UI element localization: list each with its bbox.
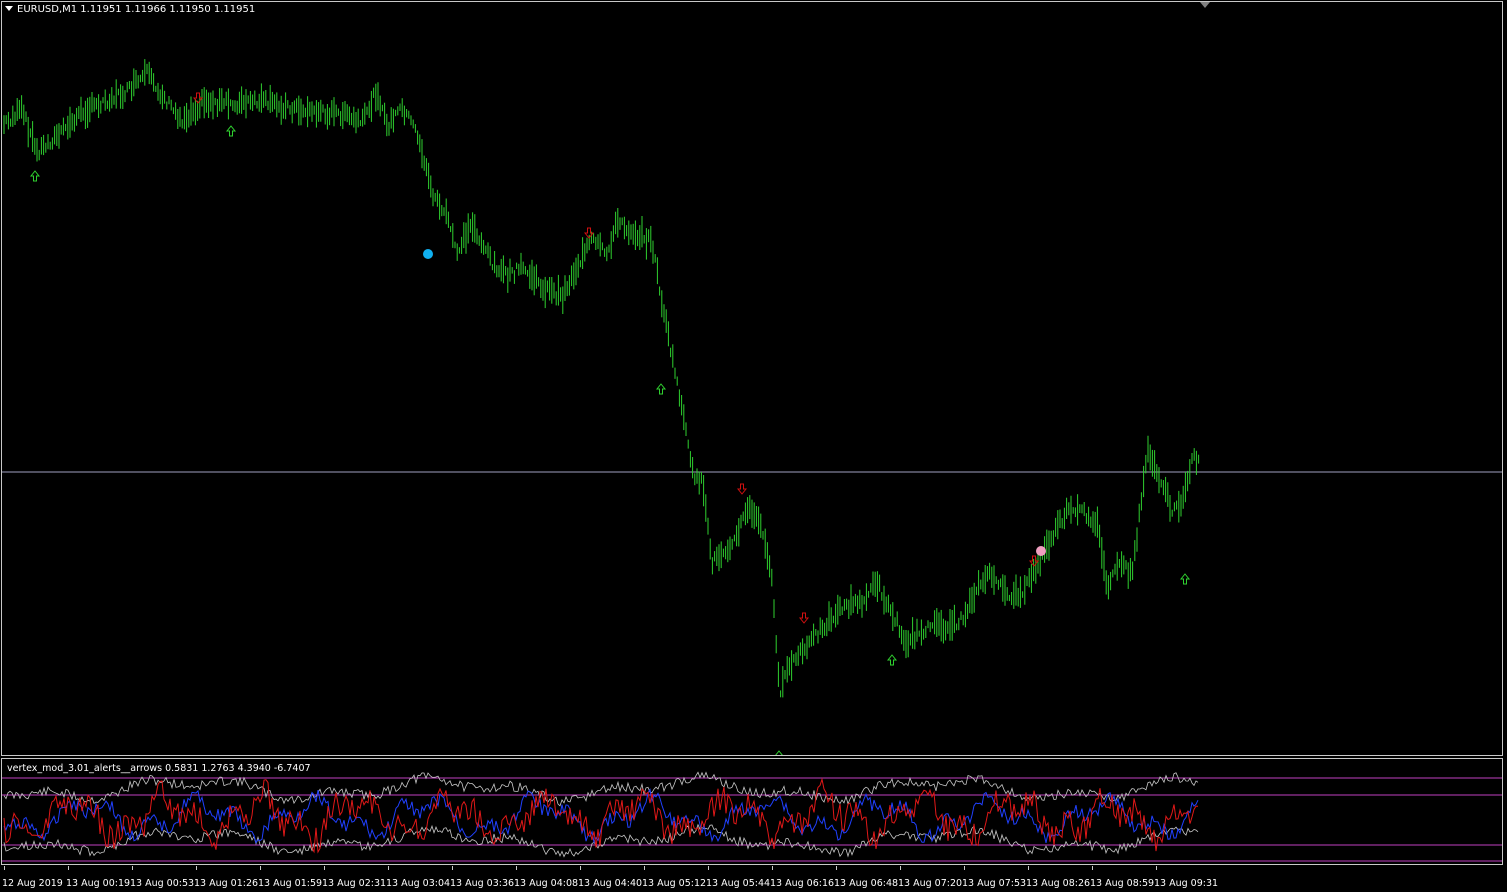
time-tick-mark [1092, 866, 1093, 870]
time-tick-label: 13 Aug 01:26 [194, 878, 259, 889]
time-tick-mark [708, 866, 709, 870]
time-tick-mark [580, 866, 581, 870]
time-tick-label: 13 Aug 01:59 [258, 878, 323, 889]
up-arrow-icon [775, 750, 783, 755]
time-tick-mark [452, 866, 453, 870]
time-tick-mark [196, 866, 197, 870]
time-tick-label: 13 Aug 04:08 [514, 878, 579, 889]
time-tick-mark [644, 866, 645, 870]
time-tick-label: 13 Aug 06:16 [770, 878, 835, 889]
time-axis: 12 Aug 2019 13 Aug 00:19 13 Aug 00:53 13 Au… [0, 866, 1507, 892]
time-tick-label: 13 Aug 08:59 [1090, 878, 1155, 889]
time-tick-label: 13 Aug 00:19 [66, 878, 131, 889]
time-tick-mark [132, 866, 133, 870]
up-arrow-icon [29, 170, 41, 182]
price-plot [2, 59, 1502, 755]
down-arrow-icon [798, 612, 810, 624]
time-tick-label: 13 Aug 07:20 [898, 878, 963, 889]
time-tick-label: 13 Aug 07:53 [962, 878, 1027, 889]
up-arrow-icon [1179, 573, 1191, 585]
price-chart-window[interactable]: EURUSD,M1 1.11951 1.11966 1.11950 1.1195… [1, 1, 1503, 756]
indicator-title: vertex_mod_3.01_alerts__arrows 0.5831 1.… [7, 763, 311, 774]
time-tick-label: 13 Aug 03:36 [450, 878, 515, 889]
up-arrow-icon [886, 654, 898, 666]
indicator-upper-band [3, 771, 1199, 807]
time-tick-label: 13 Aug 02:31 [322, 878, 387, 889]
time-tick-label: 13 Aug 05:44 [706, 878, 771, 889]
time-tick-mark [388, 866, 389, 870]
time-tick-mark [772, 866, 773, 870]
blue-dot-icon [423, 249, 433, 259]
time-tick-label: 13 Aug 00:53 [130, 878, 195, 889]
time-tick-mark [324, 866, 325, 870]
time-tick-mark [836, 866, 837, 870]
time-tick-mark [4, 866, 5, 870]
indicator-plot [2, 771, 1502, 862]
time-tick-mark [516, 866, 517, 870]
pink-dot-icon [1036, 546, 1046, 556]
time-tick-mark [964, 866, 965, 870]
time-tick-label: 13 Aug 08:26 [1026, 878, 1091, 889]
indicator-window[interactable]: vertex_mod_3.01_alerts__arrows 0.5831 1.… [1, 758, 1503, 865]
price-bars [3, 59, 1200, 698]
up-arrow-icon [655, 383, 667, 395]
time-tick-label: 13 Aug 05:12 [642, 878, 707, 889]
time-tick-label: 13 Aug 03:04 [386, 878, 451, 889]
time-tick-mark [1156, 866, 1157, 870]
time-tick-mark [260, 866, 261, 870]
time-tick-label: 12 Aug 2019 [2, 878, 63, 889]
up-arrow-icon [225, 125, 237, 137]
down-arrow-icon [736, 483, 748, 495]
time-tick-mark [68, 866, 69, 870]
time-tick-label: 13 Aug 09:31 [1154, 878, 1219, 889]
time-tick-mark [1028, 866, 1029, 870]
time-tick-label: 13 Aug 06:48 [834, 878, 899, 889]
time-tick-label: 13 Aug 04:40 [578, 878, 643, 889]
time-tick-mark [900, 866, 901, 870]
